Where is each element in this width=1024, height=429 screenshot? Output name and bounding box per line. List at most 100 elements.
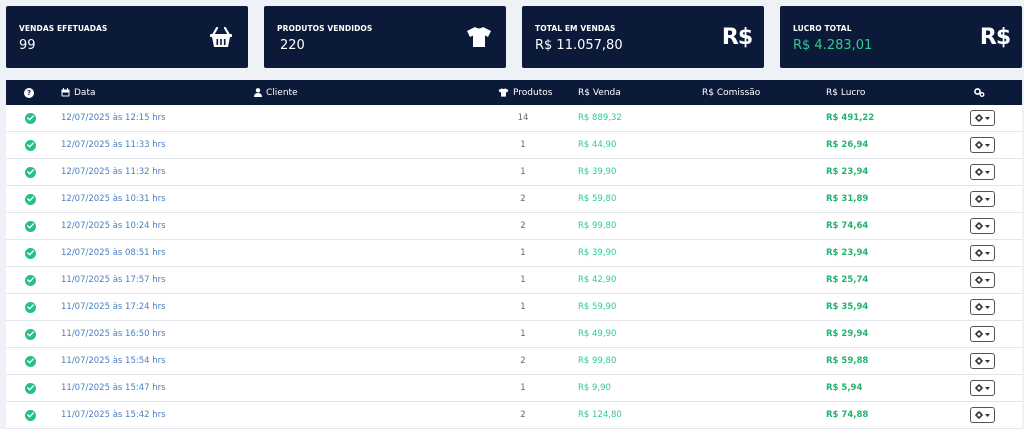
- card-value: 99: [19, 38, 36, 53]
- row-produtos: 1: [520, 248, 526, 258]
- row-venda: R$ 39,90: [578, 167, 617, 177]
- card-label: LUCRO TOTAL: [793, 24, 852, 33]
- row-date-link[interactable]: 11/07/2025 às 16:50 hrs: [61, 321, 166, 347]
- card-produtos-vendidos: PRODUTOS VENDIDOS 220: [264, 6, 506, 68]
- row-produtos: 1: [520, 383, 526, 393]
- sales-table: ? Data Cliente Produtos R$ Venda R$ Comi…: [6, 80, 1022, 429]
- row-produtos: 2: [520, 221, 526, 231]
- row-date-link[interactable]: 11/07/2025 às 17:57 hrs: [61, 267, 166, 293]
- row-actions-dropdown[interactable]: [970, 353, 995, 369]
- header-venda-label: R$ Venda: [578, 87, 621, 98]
- row-date-link[interactable]: 12/07/2025 às 12:15 hrs: [61, 105, 166, 131]
- tshirt-icon: [498, 88, 509, 97]
- row-actions-dropdown[interactable]: [970, 272, 995, 288]
- row-produtos: 1: [520, 140, 526, 150]
- card-total-em-vendas: TOTAL EM VENDAS R$ 11.057,80 R$: [522, 6, 764, 68]
- gear-icon: [975, 303, 983, 311]
- currency-icon: R$: [721, 24, 753, 50]
- header-status: ?: [24, 80, 34, 105]
- header-data[interactable]: Data: [61, 80, 96, 105]
- row-date-link[interactable]: 11/07/2025 às 17:24 hrs: [61, 294, 166, 320]
- row-actions-dropdown[interactable]: [970, 407, 995, 423]
- card-label: TOTAL EM VENDAS: [535, 24, 616, 33]
- table-header: ? Data Cliente Produtos R$ Venda R$ Comi…: [6, 80, 1022, 105]
- row-lucro: R$ 59,88: [826, 356, 869, 366]
- table-row: 11/07/2025 às 17:57 hrs 1 R$ 42,90 R$ 25…: [6, 267, 1022, 294]
- header-comissao-label: R$ Comissão: [702, 87, 761, 98]
- caret-down-icon: [985, 359, 990, 363]
- row-venda: R$ 99,80: [578, 356, 617, 366]
- header-comissao[interactable]: R$ Comissão: [702, 80, 760, 105]
- row-date-link[interactable]: 11/07/2025 às 15:47 hrs: [61, 375, 166, 401]
- row-actions-dropdown[interactable]: [970, 110, 995, 126]
- row-date-link[interactable]: 11/07/2025 às 15:54 hrs: [61, 348, 166, 374]
- row-produtos: 2: [520, 410, 526, 420]
- row-lucro: R$ 23,94: [826, 248, 869, 258]
- user-icon: [254, 88, 262, 97]
- row-actions-dropdown[interactable]: [970, 299, 995, 315]
- row-actions-dropdown[interactable]: [970, 380, 995, 396]
- row-venda: R$ 39,90: [578, 248, 617, 258]
- row-venda: R$ 99,80: [578, 221, 617, 231]
- row-lucro: R$ 5,94: [826, 383, 863, 393]
- header-cliente[interactable]: Cliente: [254, 80, 298, 105]
- row-lucro: R$ 29,94: [826, 329, 869, 339]
- row-date-link[interactable]: 12/07/2025 às 11:32 hrs: [61, 159, 166, 185]
- header-produtos-label: Produtos: [513, 87, 553, 98]
- check-circle-icon: [25, 409, 36, 421]
- row-date-link[interactable]: 12/07/2025 às 11:33 hrs: [61, 132, 166, 158]
- row-actions-dropdown[interactable]: [970, 164, 995, 180]
- caret-down-icon: [985, 251, 990, 255]
- gear-icon: [975, 195, 983, 203]
- row-actions-dropdown[interactable]: [970, 191, 995, 207]
- header-venda[interactable]: R$ Venda: [578, 80, 621, 105]
- row-venda: R$ 49,90: [578, 329, 617, 339]
- header-lucro-label: R$ Lucro: [826, 87, 866, 98]
- tshirt-icon: [464, 22, 494, 52]
- table-row: 12/07/2025 às 11:33 hrs 1 R$ 44,90 R$ 26…: [6, 132, 1022, 159]
- row-lucro: R$ 491,22: [826, 113, 875, 123]
- row-date-link[interactable]: 12/07/2025 às 08:51 hrs: [61, 240, 166, 266]
- row-produtos: 2: [520, 194, 526, 204]
- header-produtos[interactable]: Produtos: [498, 80, 552, 105]
- gear-icon: [975, 141, 983, 149]
- question-icon: ?: [24, 87, 34, 98]
- table-row: 11/07/2025 às 17:24 hrs 1 R$ 59,90 R$ 35…: [6, 294, 1022, 321]
- row-produtos: 1: [520, 167, 526, 177]
- row-actions-dropdown[interactable]: [970, 137, 995, 153]
- row-actions-dropdown[interactable]: [970, 218, 995, 234]
- gear-icon: [975, 276, 983, 284]
- card-value: 220: [280, 38, 305, 53]
- row-date-link[interactable]: 12/07/2025 às 10:31 hrs: [61, 186, 166, 212]
- row-actions-dropdown[interactable]: [970, 326, 995, 342]
- check-circle-icon: [25, 274, 36, 286]
- check-circle-icon: [25, 328, 36, 340]
- table-row: 12/07/2025 às 12:15 hrs 14 R$ 889,32 R$ …: [6, 105, 1022, 132]
- table-row: 12/07/2025 às 10:24 hrs 2 R$ 99,80 R$ 74…: [6, 213, 1022, 240]
- row-venda: R$ 44,90: [578, 140, 617, 150]
- gear-icon: [975, 330, 983, 338]
- header-actions: [974, 80, 985, 105]
- row-produtos: 1: [520, 275, 526, 285]
- header-cliente-label: Cliente: [266, 87, 298, 98]
- table-row: 12/07/2025 às 10:31 hrs 2 R$ 59,80 R$ 31…: [6, 186, 1022, 213]
- card-label: PRODUTOS VENDIDOS: [277, 24, 373, 33]
- caret-down-icon: [985, 278, 990, 282]
- caret-down-icon: [985, 305, 990, 309]
- caret-down-icon: [985, 224, 990, 228]
- table-row: 11/07/2025 às 16:50 hrs 1 R$ 49,90 R$ 29…: [6, 321, 1022, 348]
- row-date-link[interactable]: 12/07/2025 às 10:24 hrs: [61, 213, 166, 239]
- row-venda: R$ 124,80: [578, 410, 622, 420]
- row-venda: R$ 42,90: [578, 275, 617, 285]
- header-lucro[interactable]: R$ Lucro: [826, 80, 865, 105]
- check-circle-icon: [25, 139, 36, 151]
- table-row: 12/07/2025 às 08:51 hrs 1 R$ 39,90 R$ 23…: [6, 240, 1022, 267]
- row-actions-dropdown[interactable]: [970, 245, 995, 261]
- row-date-link[interactable]: 11/07/2025 às 15:42 hrs: [61, 402, 166, 428]
- caret-down-icon: [985, 143, 990, 147]
- currency-icon: R$: [979, 24, 1011, 50]
- row-produtos: 2: [520, 356, 526, 366]
- row-produtos: 14: [517, 113, 529, 123]
- row-lucro: R$ 23,94: [826, 167, 869, 177]
- gear-icon: [975, 411, 983, 419]
